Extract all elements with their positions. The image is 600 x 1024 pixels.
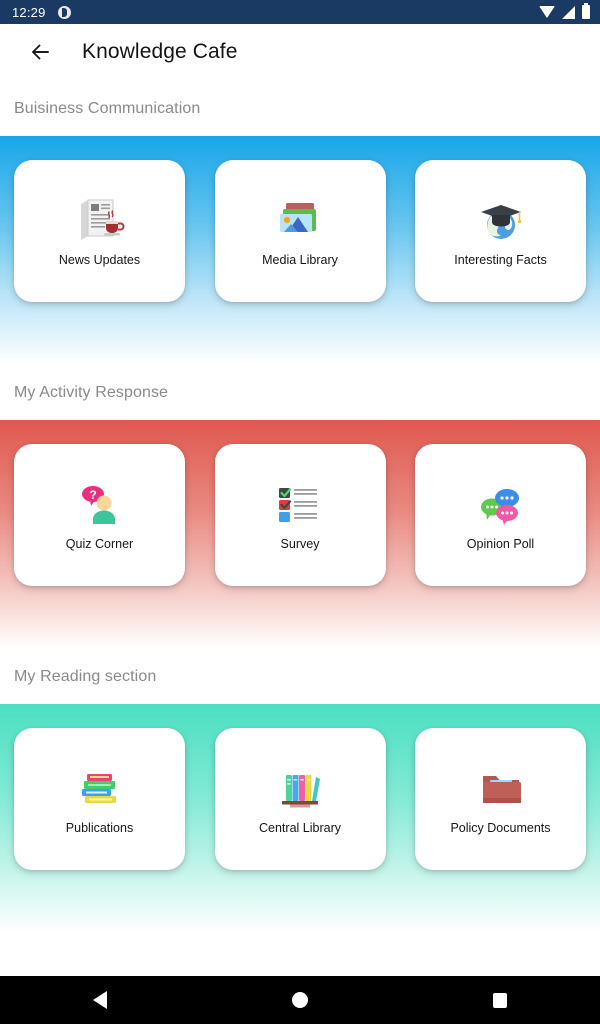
speech-bubbles-icon (473, 479, 529, 531)
system-navigation-bar (0, 976, 600, 1024)
status-bar: 12:29 (0, 0, 600, 24)
nav-recents-icon[interactable] (470, 976, 530, 1024)
battery-icon (582, 3, 590, 19)
bookshelf-icon (272, 763, 328, 815)
section-band-reading: Publications Central Library Policy Docu… (0, 704, 600, 932)
card-label: Interesting Facts (454, 253, 547, 267)
section-title-activity: My Activity Response (0, 364, 600, 420)
card-media-library[interactable]: Media Library (214, 160, 386, 302)
section-band-activity: ? Quiz Corner Survey Opinion Poll (0, 420, 600, 648)
newspaper-coffee-icon (72, 195, 128, 247)
photo-stack-icon (272, 195, 328, 247)
card-interesting-facts[interactable]: Interesting Facts (415, 160, 586, 302)
card-label: Opinion Poll (466, 537, 535, 551)
card-news-updates[interactable]: News Updates (14, 160, 185, 302)
svg-text:?: ? (89, 488, 96, 502)
card-survey[interactable]: Survey (214, 444, 386, 586)
app-notification-icon (57, 5, 71, 19)
book-stack-icon (72, 763, 128, 815)
app-root: 12:29 Knowledge Cafe Buisiness Communica… (0, 0, 600, 1024)
cellular-signal-icon (562, 5, 575, 19)
folder-documents-icon (473, 763, 529, 815)
card-publications[interactable]: Publications (14, 728, 185, 870)
back-arrow-icon[interactable] (20, 32, 60, 72)
section-title-reading: My Reading section (0, 648, 600, 704)
card-label: News Updates (58, 253, 141, 267)
card-policy-documents[interactable]: Policy Documents (415, 728, 586, 870)
card-label: Quiz Corner (65, 537, 134, 551)
card-label: Media Library (262, 253, 338, 267)
card-label: Publications (65, 821, 134, 835)
section-band-business: News Updates Media Library Interesting F… (0, 136, 600, 364)
card-row-reading: Publications Central Library Policy Docu… (0, 728, 600, 870)
wifi-icon (539, 6, 555, 18)
card-opinion-poll[interactable]: Opinion Poll (415, 444, 586, 586)
card-row-business: News Updates Media Library Interesting F… (0, 160, 600, 302)
card-row-activity: ? Quiz Corner Survey Opinion Poll (0, 444, 600, 586)
globe-graduation-cap-icon (473, 195, 529, 247)
status-bar-icons (539, 3, 590, 19)
card-label: Central Library (259, 821, 341, 835)
section-title-business: Buisiness Communication (0, 80, 600, 136)
person-question-bubble-icon: ? (72, 479, 128, 531)
nav-back-icon[interactable] (70, 976, 130, 1024)
app-bar: Knowledge Cafe (0, 24, 600, 80)
card-label: Survey (280, 537, 320, 551)
card-central-library[interactable]: Central Library (214, 728, 386, 870)
card-label: Policy Documents (450, 821, 551, 835)
checklist-icon (272, 479, 328, 531)
page-title: Knowledge Cafe (82, 40, 238, 63)
card-quiz-corner[interactable]: ? Quiz Corner (14, 444, 185, 586)
nav-home-icon[interactable] (270, 976, 330, 1024)
status-bar-clock: 12:29 (12, 4, 46, 20)
